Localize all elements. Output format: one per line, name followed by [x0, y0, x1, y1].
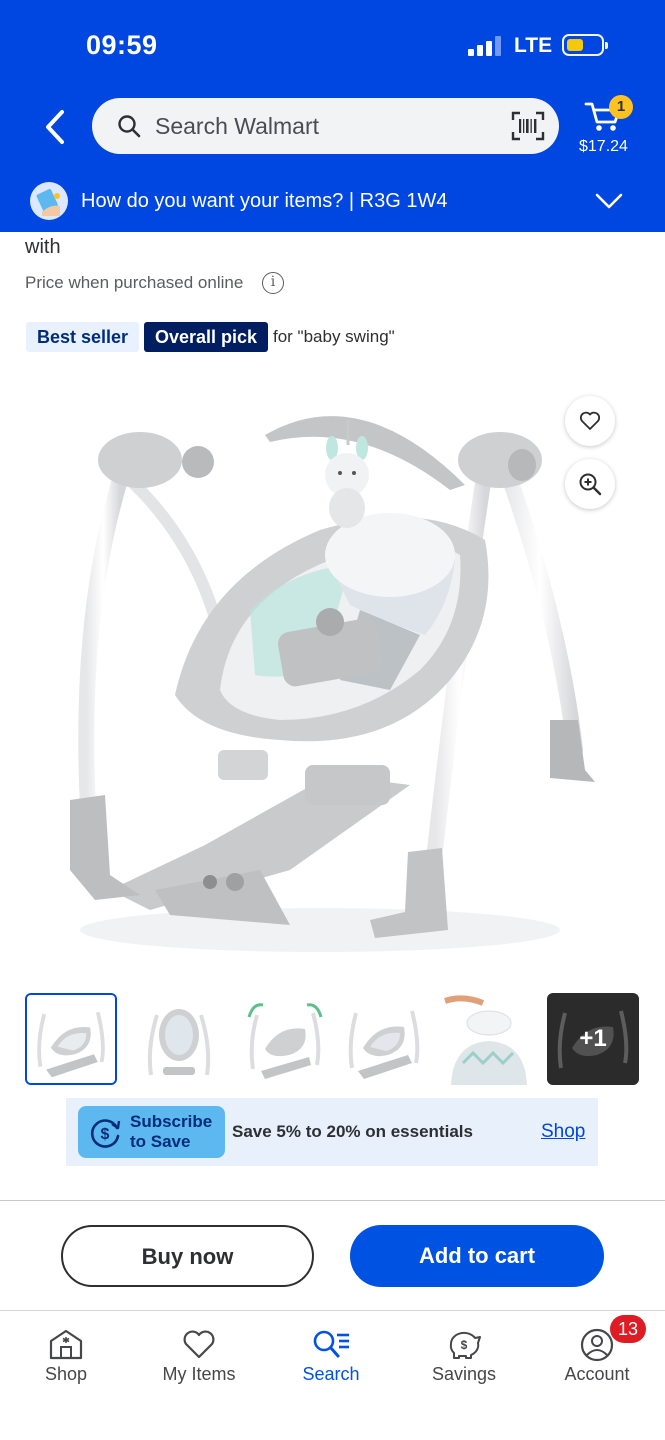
- info-icon[interactable]: i: [262, 272, 284, 294]
- subscribe-offer-text: Save 5% to 20% on essentials: [232, 1122, 473, 1141]
- search-placeholder: Search Walmart: [155, 113, 320, 139]
- nav-item-shop[interactable]: Shop: [11, 1322, 121, 1392]
- nav-divider: [0, 1310, 665, 1311]
- barcode-scan-icon[interactable]: [511, 111, 545, 141]
- nav-item-my-items[interactable]: My Items: [144, 1322, 254, 1392]
- back-button[interactable]: [38, 108, 72, 146]
- search-icon: [118, 115, 141, 138]
- thumbnail-4[interactable]: [338, 993, 430, 1085]
- cart-total: $17.24: [579, 138, 628, 155]
- thumbnail-3[interactable]: [239, 993, 331, 1085]
- subscribe-shop-link[interactable]: Shop: [541, 1121, 585, 1143]
- nav-label-shop: Shop: [44, 1364, 88, 1384]
- badge-query-text: for "baby swing": [273, 327, 395, 346]
- nav-label-search: Search: [302, 1364, 360, 1384]
- favorite-button[interactable]: [565, 396, 615, 446]
- nav-item-savings[interactable]: $ Savings: [409, 1322, 519, 1392]
- account-icon: [580, 1328, 614, 1362]
- thumbnail-2[interactable]: [133, 993, 225, 1085]
- heart-icon: [579, 411, 601, 430]
- search-list-icon: [313, 1330, 349, 1358]
- chevron-left-icon: [46, 110, 64, 144]
- piggy-bank-icon: $: [449, 1331, 481, 1359]
- delivery-icon: [30, 182, 68, 220]
- best-seller-badge: Best seller: [26, 322, 140, 352]
- fulfillment-prompt: How do you want your items? | R3G 1W4: [81, 190, 448, 212]
- account-notification-badge: 13: [610, 1315, 646, 1343]
- heart-icon: [183, 1330, 215, 1359]
- subscribe-line1: Subscribe: [130, 1112, 213, 1131]
- battery-icon: [562, 34, 608, 56]
- chevron-down-icon[interactable]: [594, 192, 624, 210]
- add-to-cart-button[interactable]: Add to cart: [350, 1225, 604, 1287]
- thumbnail-more[interactable]: +1: [547, 993, 639, 1085]
- nav-label-savings: Savings: [431, 1364, 497, 1384]
- buy-now-button[interactable]: Buy now: [61, 1225, 314, 1287]
- more-images-count: +1: [579, 1025, 607, 1052]
- status-time: 09:59: [86, 30, 158, 60]
- nav-item-search[interactable]: Search: [276, 1322, 386, 1392]
- thumbnail-5[interactable]: [443, 993, 535, 1085]
- zoom-in-icon: [579, 473, 602, 496]
- svg-text:$: $: [461, 1338, 468, 1352]
- product-image[interactable]: [30, 390, 610, 970]
- overall-pick-badge: Overall pick: [144, 322, 269, 352]
- price-note: Price when purchased online: [25, 273, 244, 292]
- recurring-dollar-icon: $: [90, 1119, 121, 1148]
- thumbnail-1[interactable]: [25, 993, 117, 1085]
- cart-count-badge: 1: [609, 95, 633, 119]
- store-icon: [49, 1329, 83, 1360]
- divider: [0, 1200, 665, 1201]
- network-label: LTE: [514, 34, 553, 57]
- zoom-button[interactable]: [565, 459, 615, 509]
- subscribe-line2: to Save: [130, 1132, 191, 1151]
- svg-text:$: $: [101, 1126, 110, 1143]
- nav-label-account: Account: [564, 1364, 630, 1384]
- search-input[interactable]: Search Walmart: [92, 98, 559, 154]
- product-title: with: [25, 236, 61, 258]
- signal-strength-icon: [468, 36, 504, 56]
- nav-label-my-items: My Items: [162, 1364, 236, 1384]
